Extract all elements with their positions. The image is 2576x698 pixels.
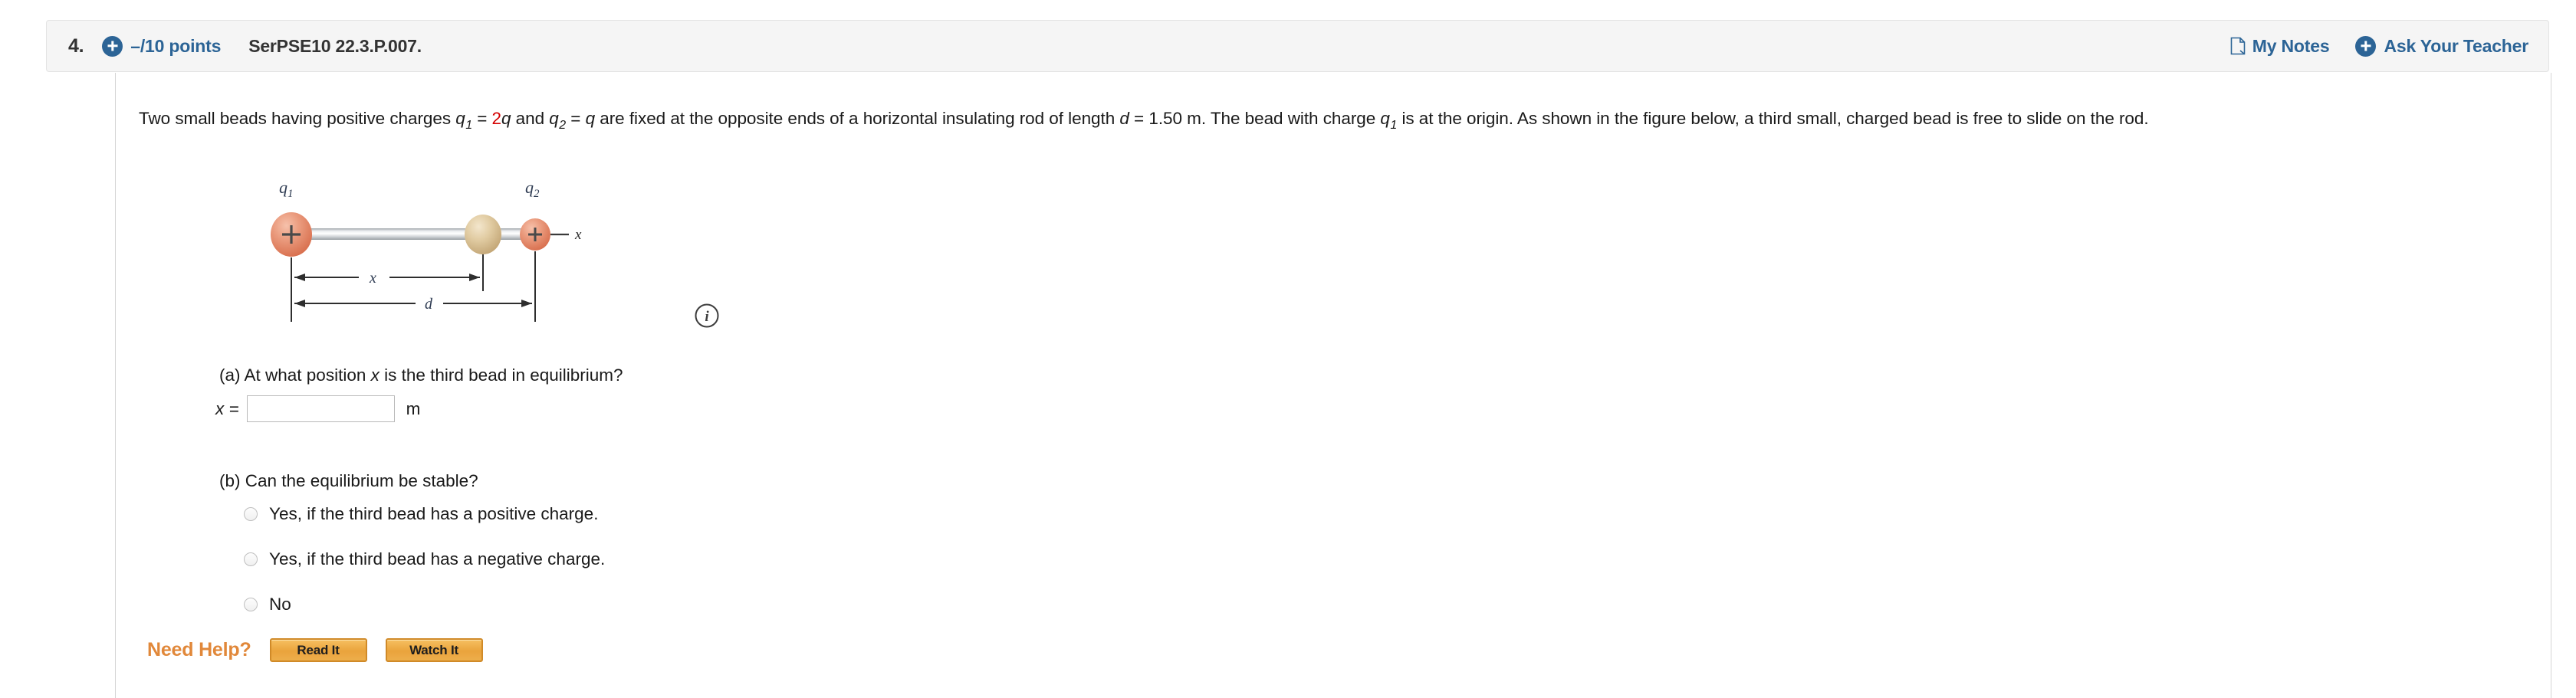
choice-label-positive: Yes, if the third bead has a positive ch… xyxy=(269,503,599,523)
charge1-variable: q xyxy=(501,109,511,128)
physics-figure: x q1 q2 x d xyxy=(253,175,751,343)
q1-symbol-2: q xyxy=(1380,109,1390,128)
header-left-group: 4. –/10 points SerPSE10 22.3.P.007. xyxy=(68,35,422,57)
part-b-block: (b) Can the equilibrium be stable? xyxy=(219,470,1293,493)
radio-button-negative[interactable] xyxy=(244,552,258,566)
unit-label-meters: m xyxy=(406,398,421,418)
problem-code: SerPSE10 22.3.P.007. xyxy=(248,35,422,56)
header-right-group: My Notes Ask Your Teacher xyxy=(2230,35,2528,57)
part-a-question-suffix: is the third bead in equilibrium? xyxy=(379,365,623,385)
content-left-divider xyxy=(115,73,116,698)
plus-circle-icon xyxy=(2355,35,2377,57)
watch-it-button[interactable]: Watch It xyxy=(385,638,483,662)
part-a-question: (a) At what position x is the third bead… xyxy=(219,364,1139,387)
radio-button-positive[interactable] xyxy=(244,506,258,521)
bead-third-sliding xyxy=(465,215,501,254)
ask-your-teacher-button[interactable]: Ask Your Teacher xyxy=(2355,35,2528,57)
problem-text-2: are fixed at the opposite ends of a hori… xyxy=(595,109,1120,128)
part-a-question-prefix: (a) At what position xyxy=(219,365,371,385)
x-equals-label: x = xyxy=(215,399,239,419)
dimension-x-label: x xyxy=(369,270,376,287)
question-number: 4. xyxy=(68,34,84,57)
info-circle-icon[interactable]: i xyxy=(694,303,720,329)
part-a-answer-row: x = m xyxy=(215,395,420,422)
ask-your-teacher-label: Ask Your Teacher xyxy=(2384,35,2528,56)
dimension-x: x xyxy=(294,270,480,287)
question-header: 4. –/10 points SerPSE10 22.3.P.007. My N… xyxy=(46,20,2549,72)
equals-1: = xyxy=(472,109,492,128)
note-page-icon xyxy=(2230,37,2246,55)
choice-row-negative[interactable]: Yes, if the third bead has a negative ch… xyxy=(244,546,1317,572)
plus-circle-icon[interactable] xyxy=(102,35,123,57)
choice-label-no: No xyxy=(269,594,291,614)
svg-text:i: i xyxy=(705,309,709,325)
radio-button-no[interactable] xyxy=(244,597,258,611)
q1-subscript: 1 xyxy=(465,119,473,133)
q2-figure-label: q2 xyxy=(525,178,540,200)
part-a-question-variable: x xyxy=(370,365,380,385)
choice-label-negative: Yes, if the third bead has a negative ch… xyxy=(269,549,606,569)
q2-symbol: q xyxy=(549,109,559,128)
need-help-label: Need Help? xyxy=(147,639,251,660)
problem-body: Two small beads having positive charges … xyxy=(139,101,2515,143)
problem-text-3: is at the origin. As shown in the figure… xyxy=(1397,109,2149,128)
part-b-choices: Yes, if the third bead has a positive ch… xyxy=(244,500,1317,636)
equals-sign: = xyxy=(224,398,239,418)
part-b-question: (b) Can the equilibrium be stable? xyxy=(219,471,478,490)
d-value-text: = 1.50 m. The bead with charge xyxy=(1129,109,1381,128)
equals-2: = xyxy=(566,109,586,128)
read-it-button[interactable]: Read It xyxy=(269,638,367,662)
my-notes-label: My Notes xyxy=(2252,35,2330,56)
problem-statement: Two small beads having positive charges … xyxy=(139,101,2515,143)
need-help-bar: Need Help? Read It Watch It xyxy=(147,638,483,662)
x-answer-input[interactable] xyxy=(246,395,395,422)
x-variable: x xyxy=(215,398,225,418)
choice-row-positive[interactable]: Yes, if the third bead has a positive ch… xyxy=(244,500,1317,527)
my-notes-button[interactable]: My Notes xyxy=(2230,36,2330,57)
text-and: and xyxy=(511,109,550,128)
q1-subscript-2: 1 xyxy=(1390,119,1398,133)
choice-row-no[interactable]: No xyxy=(244,591,1317,618)
points-label: –/10 points xyxy=(130,35,222,56)
charge1-coefficient: 2 xyxy=(491,109,502,128)
d-symbol: d xyxy=(1119,109,1129,128)
dimension-d: d xyxy=(294,296,532,313)
q2-subscript: 2 xyxy=(559,119,567,133)
part-a-block: (a) At what position x is the third bead… xyxy=(219,364,1139,387)
problem-text-1: Two small beads having positive charges xyxy=(139,109,456,128)
q1-symbol: q xyxy=(455,109,465,128)
charge2-variable: q xyxy=(585,109,596,128)
x-axis-label: x xyxy=(574,227,582,243)
q1-figure-label: q1 xyxy=(279,178,294,200)
dimension-d-label: d xyxy=(425,296,433,313)
